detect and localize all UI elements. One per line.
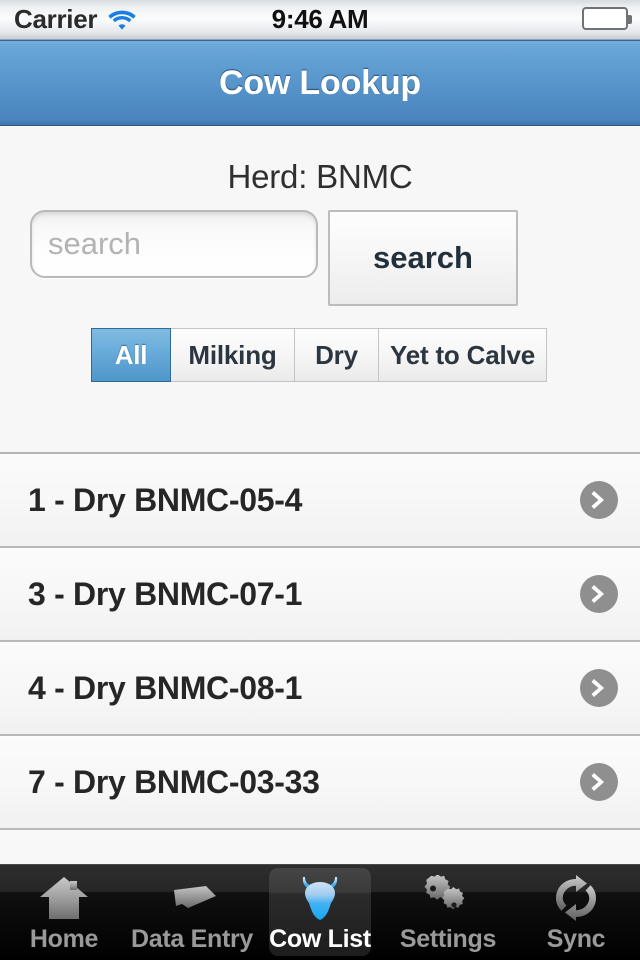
chevron-right-circle-icon[interactable] — [580, 763, 618, 801]
tab-home-label: Home — [29, 925, 99, 953]
tab-data-entry[interactable]: Data Entry — [128, 865, 256, 960]
search-header-area: Herd: BNMC search All Milking Dry Yet to… — [0, 126, 640, 454]
data-entry-icon — [165, 873, 219, 923]
tab-settings[interactable]: Settings — [384, 865, 512, 960]
status-bar-right — [582, 7, 632, 30]
filter-segmented-control: All Milking Dry Yet to Calve — [91, 328, 547, 382]
tab-bar: Home Data Entry Cow List Settings Sync — [0, 864, 640, 960]
page-title: Cow Lookup — [219, 63, 421, 102]
table-row[interactable]: 4 - Dry BNMC-08-1 — [0, 642, 640, 736]
search-row: search — [0, 196, 640, 306]
table-row[interactable]: 1 - Dry BNMC-05-4 — [0, 454, 640, 548]
tab-sync[interactable]: Sync — [512, 865, 640, 960]
filter-segment-yet-to-calve[interactable]: Yet to Calve — [379, 328, 547, 382]
search-input[interactable] — [30, 210, 318, 278]
cow-row-label: 4 - Dry BNMC-08-1 — [28, 669, 303, 706]
tab-cow-list-label: Cow List — [269, 925, 371, 953]
status-bar: Carrier 9:46 AM — [0, 0, 640, 40]
filter-segment-all[interactable]: All — [91, 328, 171, 382]
tab-cow-list[interactable]: Cow List — [256, 865, 384, 960]
tab-settings-label: Settings — [399, 925, 497, 953]
navigation-bar: Cow Lookup — [0, 40, 640, 126]
herd-label: Herd: BNMC — [227, 158, 413, 195]
tab-home[interactable]: Home — [0, 865, 128, 960]
cow-row-label: 3 - Dry BNMC-07-1 — [28, 575, 303, 612]
chevron-right-circle-icon[interactable] — [580, 575, 618, 613]
battery-full-icon — [582, 7, 632, 30]
cow-list: 1 - Dry BNMC-05-4 3 - Dry BNMC-07-1 4 - … — [0, 454, 640, 860]
sync-arrows-icon — [549, 873, 603, 923]
table-row[interactable]: 7 - Dry BNMC-03-33 — [0, 736, 640, 830]
tab-sync-label: Sync — [546, 925, 606, 953]
gears-icon — [421, 873, 475, 923]
cow-row-label: 7 - Dry BNMC-03-33 — [28, 763, 320, 800]
cow-head-icon — [293, 873, 347, 923]
filter-segment-milking[interactable]: Milking — [171, 328, 295, 382]
search-button[interactable]: search — [328, 210, 518, 306]
chevron-right-circle-icon[interactable] — [580, 669, 618, 707]
table-row[interactable]: 3 - Dry BNMC-07-1 — [0, 548, 640, 642]
cow-row-label: 1 - Dry BNMC-05-4 — [28, 481, 303, 518]
chevron-right-circle-icon[interactable] — [580, 481, 618, 519]
filter-segment-dry[interactable]: Dry — [295, 328, 379, 382]
status-bar-time: 9:46 AM — [271, 4, 369, 34]
app-screen: Carrier 9:46 AM Cow Lookup Herd: BNMC se… — [0, 0, 640, 960]
tab-data-entry-label: Data Entry — [130, 925, 254, 953]
house-icon — [37, 873, 91, 923]
